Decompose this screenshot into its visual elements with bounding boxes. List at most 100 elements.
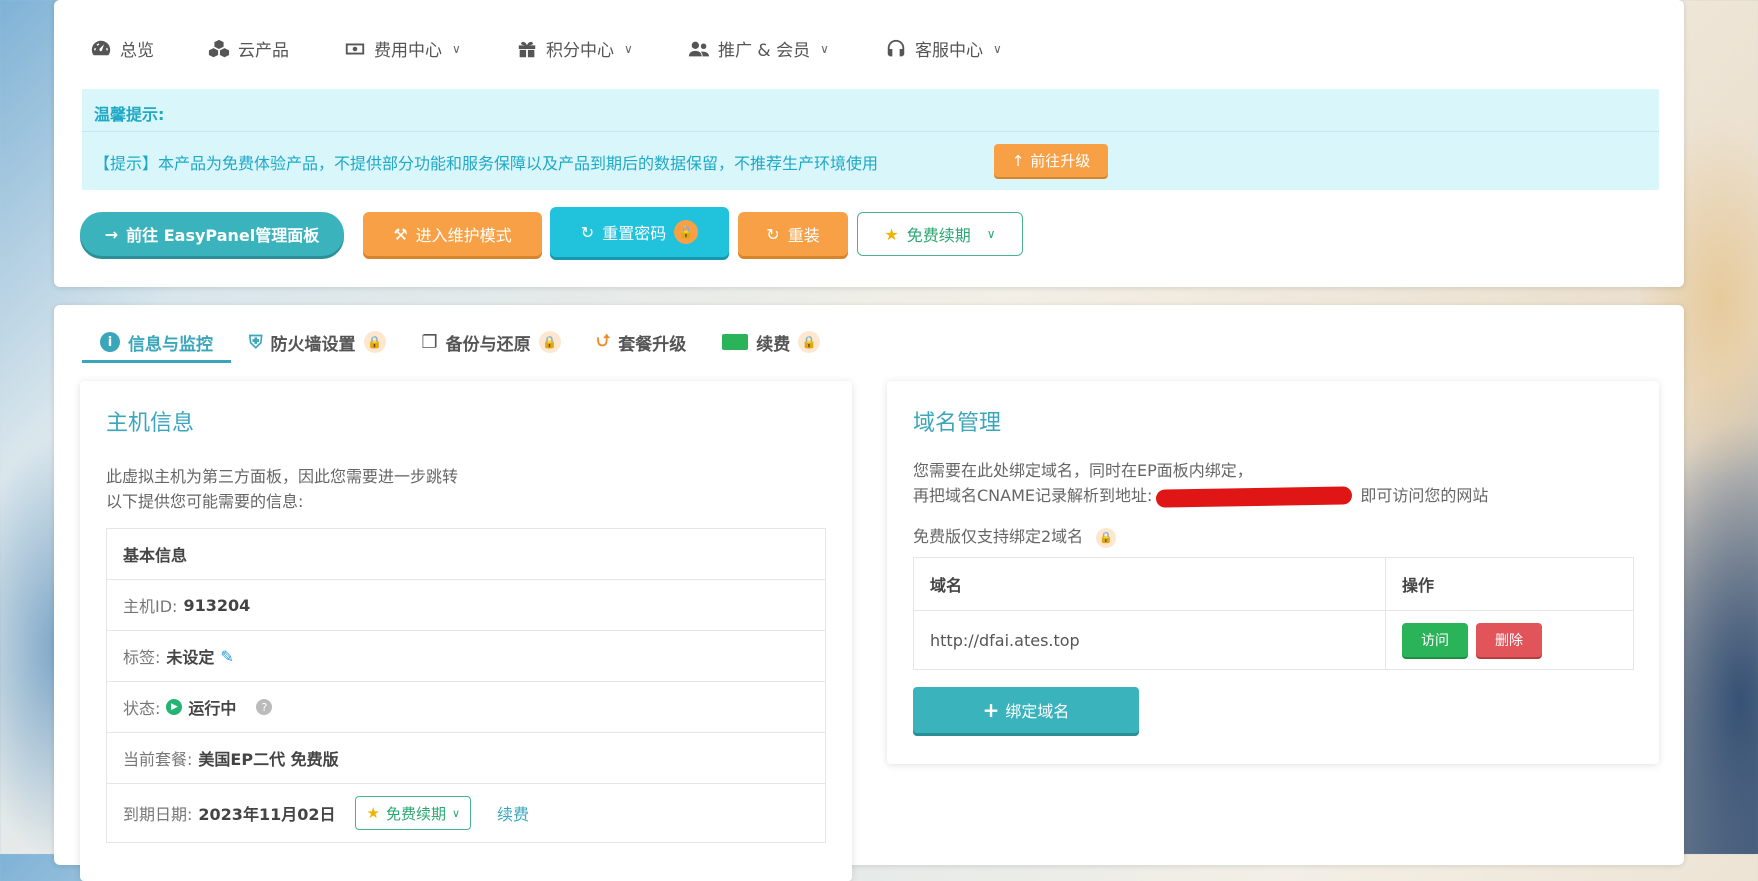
- nav-promotion-member[interactable]: 推广 & 会员 ∨: [688, 36, 885, 61]
- chevron-down-icon: ∨: [624, 41, 633, 56]
- reinstall-button[interactable]: ↻ 重装: [738, 212, 848, 256]
- tag-row: 标签: 未设定 ✎: [107, 631, 825, 682]
- host-id-value: 913204: [183, 595, 251, 615]
- shield-icon: ⛨: [249, 331, 263, 353]
- nav-points[interactable]: 积分中心 ∨: [516, 36, 688, 61]
- maintenance-button[interactable]: ⚒ 进入维护模式: [363, 212, 542, 256]
- upgrade-button[interactable]: ↑ 前往升级: [994, 144, 1108, 177]
- cubes-icon: [208, 39, 230, 57]
- action-cell: 访问 删除: [1386, 611, 1633, 669]
- chevron-down-icon: ∨: [452, 41, 461, 56]
- maintenance-label: 进入维护模式: [415, 226, 512, 245]
- tab-label: 防火墙设置: [270, 334, 356, 355]
- chevron-down-icon: ∨: [993, 41, 1002, 56]
- bind-domain-label: 绑定域名: [1005, 702, 1070, 721]
- field-label: 当前套餐:: [123, 750, 193, 769]
- lock-icon: 🔒: [674, 220, 699, 244]
- chevron-down-icon: ∨: [820, 41, 829, 56]
- domain-panel: 域名管理 您需要在此处绑定域名，同时在EP面板内绑定， 再把域名CNAME记录解…: [887, 381, 1659, 764]
- domain-desc-2b: 即可访问您的网站: [1360, 486, 1489, 505]
- nav-label: 积分中心: [546, 41, 614, 61]
- tab-backup[interactable]: ❐ 备份与还原 🔒: [404, 323, 579, 361]
- expire-value: 2023年11月02日: [198, 805, 336, 824]
- nav-label: 总览: [120, 41, 154, 61]
- basic-info-heading: 基本信息: [107, 529, 825, 580]
- tab-upgrade[interactable]: ⮍ 套餐升级: [579, 323, 705, 361]
- star-icon: ★: [884, 224, 899, 244]
- column-header: 域名: [914, 558, 1386, 610]
- help-icon[interactable]: ?: [256, 699, 273, 715]
- notice-title: 温馨提示:: [94, 105, 165, 124]
- status-row: 状态: ▶ 运行中 ?: [107, 682, 825, 733]
- free-renew-dropdown-small[interactable]: ★ 免费续期 ∨: [355, 796, 472, 830]
- visit-button[interactable]: 访问: [1402, 623, 1468, 657]
- domain-limit-row: 免费版仅支持绑定2域名 🔒: [913, 523, 1117, 548]
- headset-icon: [887, 39, 905, 56]
- nav-label: 云产品: [238, 41, 289, 61]
- table-header: 域名 操作: [914, 558, 1633, 611]
- nav-support[interactable]: 客服中心 ∨: [885, 36, 1025, 61]
- chevron-down-icon: ∨: [986, 227, 996, 241]
- arrow-right-icon: →: [104, 224, 119, 244]
- tab-info-monitor[interactable]: i 信息与监控: [82, 323, 231, 363]
- nav-overview[interactable]: 总览: [90, 36, 208, 61]
- easypanel-label: 前往 EasyPanel管理面板: [126, 226, 320, 245]
- lock-icon: 🔒: [798, 331, 821, 353]
- host-desc-2: 以下提供您可能需要的信息:: [106, 492, 304, 511]
- divider: [82, 131, 1659, 132]
- field-label: 主机ID:: [123, 597, 178, 616]
- tab-renew[interactable]: 续费 🔒: [704, 323, 838, 361]
- dashboard-icon: [91, 40, 111, 55]
- domain-desc-1: 您需要在此处绑定域名，同时在EP面板内绑定，: [913, 461, 1253, 480]
- plan-value: 美国EP二代 免费版: [198, 750, 339, 769]
- main-nav: 总览 云产品 费用中心 ∨ 积分中心 ∨ 推广 & 会员 ∨ 客服中心 ∨: [90, 36, 1025, 61]
- nav-label: 推广 & 会员: [718, 41, 811, 61]
- gift-icon: [518, 41, 536, 57]
- info-icon: i: [100, 332, 120, 352]
- tab-label: 备份与还原: [445, 334, 531, 355]
- bind-domain-button[interactable]: + 绑定域名: [913, 687, 1139, 733]
- field-label: 到期日期:: [123, 805, 193, 824]
- tag-value: 未设定: [166, 648, 215, 667]
- delete-button[interactable]: 删除: [1476, 623, 1542, 657]
- lock-icon: 🔒: [363, 331, 386, 353]
- domain-limit: 免费版仅支持绑定2域名: [913, 527, 1084, 546]
- column-header: 操作: [1402, 576, 1435, 595]
- free-renew-dropdown[interactable]: ★ 免费续期 ∨: [857, 212, 1023, 256]
- nav-cloud-products[interactable]: 云产品: [208, 36, 344, 61]
- field-label: 状态:: [123, 699, 161, 718]
- money-icon: [722, 334, 749, 350]
- main-card: i 信息与监控 ⛨ 防火墙设置 🔒 ❐ 备份与还原 🔒 ⮍ 套餐升级 续费 🔒 …: [54, 305, 1684, 881]
- domain-cell: http://dfai.ates.top: [914, 611, 1386, 669]
- host-info-table: 基本信息 主机ID: 913204 标签: 未设定 ✎ 状态: ▶ 运行中 ? …: [106, 528, 826, 843]
- domain-table: 域名 操作 http://dfai.ates.top 访问 删除: [913, 557, 1634, 670]
- domain-desc-2: 再把域名CNAME记录解析到地址: 即可访问您的网站: [913, 482, 1489, 508]
- copy-icon: ❐: [421, 331, 438, 353]
- tab-firewall[interactable]: ⛨ 防火墙设置 🔒: [231, 323, 404, 361]
- table-row: http://dfai.ates.top 访问 删除: [914, 611, 1633, 669]
- easypanel-button[interactable]: → 前往 EasyPanel管理面板: [80, 212, 344, 256]
- plus-icon: +: [982, 698, 1000, 722]
- star-icon: ★: [366, 804, 380, 822]
- renew-link[interactable]: 续费: [497, 801, 529, 825]
- users-icon: [688, 41, 710, 56]
- tab-label: 套餐升级: [618, 334, 687, 355]
- domain-desc-2a: 再把域名CNAME记录解析到地址:: [913, 486, 1153, 505]
- tab-label: 信息与监控: [128, 334, 213, 355]
- panel-title: 主机信息: [106, 411, 195, 436]
- notice-box: 温馨提示: 【提示】本产品为免费体验产品，不提供部分功能和服务保障以及产品到期后…: [82, 89, 1659, 190]
- free-renew-label: 免费续期: [906, 226, 971, 245]
- reinstall-label: 重装: [787, 226, 820, 245]
- money-icon: [345, 43, 365, 54]
- tools-icon: ⚒: [393, 224, 408, 244]
- upgrade-label: 前往升级: [1030, 152, 1091, 170]
- host-info-panel: 主机信息 此虚拟主机为第三方面板，因此您需要进一步跳转 以下提供您可能需要的信息…: [80, 381, 852, 881]
- reset-password-button[interactable]: ↻ 重置密码 🔒: [550, 207, 729, 257]
- edit-icon[interactable]: ✎: [220, 647, 233, 666]
- play-icon: ▶: [166, 699, 183, 715]
- nav-billing[interactable]: 费用中心 ∨: [344, 36, 516, 61]
- top-card: 总览 云产品 费用中心 ∨ 积分中心 ∨ 推广 & 会员 ∨ 客服中心 ∨ 温馨…: [54, 0, 1684, 287]
- plan-row: 当前套餐: 美国EP二代 免费版: [107, 733, 825, 784]
- arrow-up-icon: ↑: [1011, 151, 1025, 170]
- refresh-icon: ↻: [766, 224, 780, 244]
